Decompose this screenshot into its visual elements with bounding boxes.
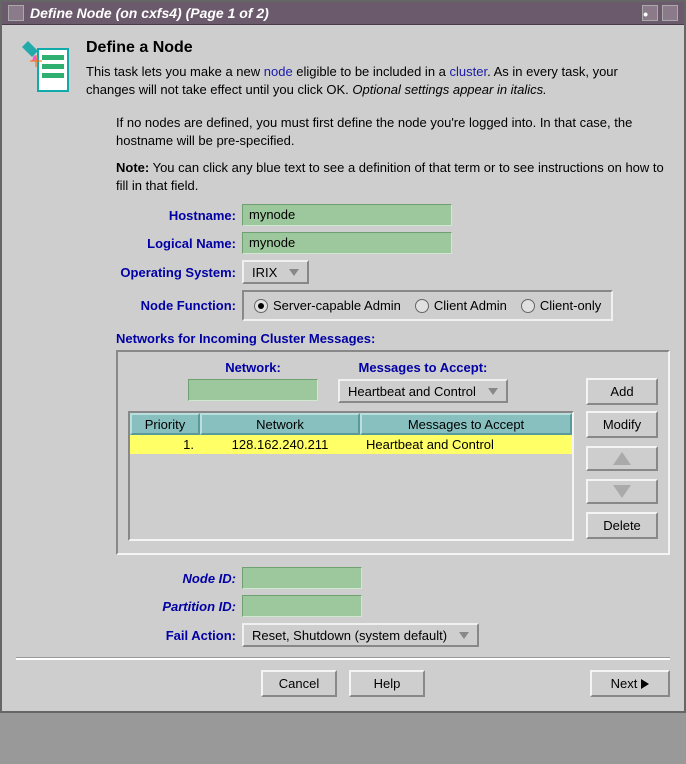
wizard-icon — [16, 39, 74, 99]
os-dropdown[interactable]: IRIX — [242, 260, 309, 284]
logicalname-input[interactable]: mynode — [242, 232, 452, 254]
radio-client-only[interactable]: Client-only — [521, 298, 601, 313]
logicalname-label[interactable]: Logical Name: — [16, 236, 242, 251]
titlebar[interactable]: Define Node (on cxfs4) (Page 1 of 2) • — [2, 2, 684, 25]
node-function-label[interactable]: Node Function: — [16, 298, 242, 313]
move-down-button[interactable] — [586, 479, 658, 504]
networks-section-title[interactable]: Networks for Incoming Cluster Messages: — [116, 331, 670, 346]
move-up-button[interactable] — [586, 446, 658, 471]
page-title: Define a Node — [86, 39, 670, 57]
add-button[interactable]: Add — [586, 378, 658, 405]
node-id-label[interactable]: Node ID: — [16, 571, 242, 586]
networks-table[interactable]: Priority Network Messages to Accept 1. 1… — [128, 411, 574, 541]
os-label[interactable]: Operating System: — [16, 265, 242, 280]
minimize-button[interactable]: • — [642, 5, 658, 21]
partition-id-label[interactable]: Partition ID: — [16, 599, 242, 614]
col-messages[interactable]: Messages to Accept — [360, 413, 572, 435]
window-title: Define Node (on cxfs4) (Page 1 of 2) — [30, 5, 269, 21]
fail-action-dropdown[interactable]: Reset, Shutdown (system default) — [242, 623, 479, 647]
radio-server-capable[interactable]: Server-capable Admin — [254, 298, 401, 313]
node-id-input[interactable] — [242, 567, 362, 589]
chevron-down-icon — [459, 632, 469, 639]
content-area: Define a Node This task lets you make a … — [2, 25, 684, 660]
delete-button[interactable]: Delete — [586, 512, 658, 539]
os-value: IRIX — [252, 265, 277, 280]
help-button[interactable]: Help — [349, 670, 425, 697]
node-function-group: Server-capable Admin Client Admin Client… — [242, 290, 613, 321]
networks-panel: Network: Messages to Accept: Heartbeat a… — [116, 350, 670, 555]
hostname-label[interactable]: Hostname: — [16, 208, 242, 223]
network-field-label[interactable]: Network: — [225, 360, 281, 375]
intro-text: This task lets you make a new node eligi… — [86, 63, 670, 98]
separator — [16, 657, 670, 660]
paragraph-2: If no nodes are defined, you must first … — [116, 114, 670, 149]
link-cluster[interactable]: cluster — [450, 64, 488, 79]
col-priority[interactable]: Priority — [130, 413, 200, 435]
next-button[interactable]: Next — [590, 670, 670, 697]
fail-action-label[interactable]: Fail Action: — [16, 628, 242, 643]
window-menu-icon[interactable] — [8, 5, 24, 21]
window: Define Node (on cxfs4) (Page 1 of 2) • — [0, 0, 686, 713]
col-network[interactable]: Network — [200, 413, 360, 435]
network-input[interactable] — [188, 379, 318, 401]
footer: Cancel Help Next — [2, 666, 684, 711]
chevron-down-icon — [289, 269, 299, 276]
arrow-right-icon — [641, 679, 649, 689]
note-text: Note: You can click any blue text to see… — [116, 159, 670, 194]
partition-id-input[interactable] — [242, 595, 362, 617]
chevron-down-icon — [488, 388, 498, 395]
modify-button[interactable]: Modify — [586, 411, 658, 438]
arrow-down-icon — [613, 485, 631, 498]
hostname-input[interactable]: mynode — [242, 204, 452, 226]
cancel-button[interactable]: Cancel — [261, 670, 337, 697]
messages-dropdown[interactable]: Heartbeat and Control — [338, 379, 508, 403]
table-row[interactable]: 1. 128.162.240.211 Heartbeat and Control — [130, 435, 572, 454]
link-node[interactable]: node — [264, 64, 293, 79]
messages-field-label[interactable]: Messages to Accept: — [359, 360, 488, 375]
arrow-up-icon — [613, 452, 631, 465]
maximize-button[interactable] — [662, 5, 678, 21]
radio-client-admin[interactable]: Client Admin — [415, 298, 507, 313]
